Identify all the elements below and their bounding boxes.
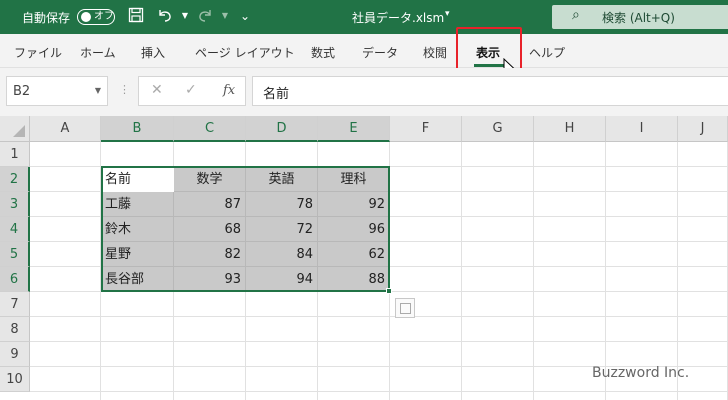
file-name[interactable]: 社員データ.xlsm (352, 9, 444, 26)
column-header-f[interactable]: F (390, 116, 462, 142)
column-header-d[interactable]: D (246, 116, 318, 142)
row-header-9[interactable]: 9 (0, 342, 30, 367)
redo-icon (196, 7, 214, 25)
table-cell[interactable]: 82 (174, 242, 246, 267)
redo-dropdown-icon: ▼ (221, 11, 229, 20)
autosave-state: オフ (94, 11, 114, 22)
search-label: 検索 (Alt+Q) (602, 11, 675, 25)
table-header-cell[interactable]: 英語 (246, 167, 318, 192)
cancel-icon[interactable]: ✕ (151, 82, 163, 98)
tab-review[interactable]: 校閲 (423, 44, 447, 61)
row-header-4[interactable]: 4 (0, 217, 30, 242)
search-box[interactable]: ⌕ 検索 (Alt+Q) (552, 5, 728, 29)
column-header-j[interactable]: J (678, 116, 728, 142)
row-header-7[interactable]: 7 (0, 292, 30, 317)
table-cell[interactable]: 星野 (101, 242, 174, 267)
table-cell[interactable]: 鈴木 (101, 217, 174, 242)
quick-analysis-button[interactable] (395, 298, 415, 318)
autosave-label: 自動保存 (22, 11, 71, 25)
tab-insert[interactable]: 挿入 (141, 44, 165, 61)
search-icon: ⌕ (572, 7, 580, 23)
fill-handle[interactable] (386, 288, 392, 294)
toggle-knob (81, 12, 91, 22)
customize-toolbar-icon[interactable]: ⌄ (236, 7, 254, 25)
save-icon[interactable] (127, 7, 145, 25)
row-header-3[interactable]: 3 (0, 192, 30, 217)
quick-analysis-icon (400, 303, 411, 314)
row-header-2[interactable]: 2 (0, 167, 30, 192)
row-header-8[interactable]: 8 (0, 317, 30, 342)
tab-data[interactable]: データ (362, 44, 398, 61)
table-header-cell[interactable]: 理科 (318, 167, 390, 192)
formula-bar-grip-icon[interactable]: ⋮ (119, 83, 130, 96)
row-header-1[interactable]: 1 (0, 142, 30, 167)
grid-line-vertical (605, 142, 606, 400)
table-cell[interactable]: 78 (246, 192, 318, 217)
row-header-5[interactable]: 5 (0, 242, 30, 267)
table-cell[interactable]: 93 (174, 267, 246, 292)
table-cell[interactable]: 84 (246, 242, 318, 267)
column-header-a[interactable]: A (30, 116, 101, 142)
table-cell[interactable]: 工藤 (101, 192, 174, 217)
table-cell[interactable]: 96 (318, 217, 390, 242)
autosave-toggle[interactable]: オフ (77, 9, 115, 25)
column-header-e[interactable]: E (318, 116, 390, 142)
table-cell[interactable]: 62 (318, 242, 390, 267)
title-bar: 自動保存 オフ ▼ ▼ ⌄ 社員データ.xlsm ▾ ⌕ 検索 (Alt+Q) (0, 0, 728, 34)
table-cell[interactable]: 92 (318, 192, 390, 217)
file-menu-chevron-icon[interactable]: ▾ (445, 9, 450, 19)
tab-home[interactable]: ホーム (80, 44, 116, 61)
table-cell[interactable]: 68 (174, 217, 246, 242)
name-box-value: B2 (13, 84, 31, 99)
column-header-b[interactable]: B (101, 116, 174, 142)
tab-formulas[interactable]: 数式 (311, 44, 335, 61)
undo-icon[interactable] (156, 7, 174, 25)
formula-input[interactable]: 名前 (252, 76, 728, 106)
column-header-g[interactable]: G (462, 116, 534, 142)
column-header-h[interactable]: H (534, 116, 606, 142)
grid-line-vertical (677, 142, 678, 400)
grid-line-horizontal (30, 341, 728, 342)
grid-line-vertical (533, 142, 534, 400)
column-header-i[interactable]: I (606, 116, 678, 142)
insert-function-icon[interactable]: fx (223, 83, 235, 98)
tab-help[interactable]: ヘルプ (529, 44, 565, 61)
worksheet-grid[interactable]: A B C D E F G H I J 1 2 3 4 5 6 7 8 9 10 名前 数学 英語 理科 工藤 87 78 92 鈴木 6… (0, 116, 728, 400)
table-cell[interactable]: 88 (318, 267, 390, 292)
ribbon-tabs: ファイル ホーム 挿入 ページ レイアウト 数式 データ 校閲 表示 ヘルプ (0, 34, 728, 68)
enter-check-icon[interactable]: ✓ (185, 82, 197, 98)
column-header-c[interactable]: C (174, 116, 246, 142)
table-cell[interactable]: 長谷部 (101, 267, 174, 292)
watermark-text: Buzzword Inc. (592, 365, 690, 381)
grid-line-vertical (461, 142, 462, 400)
row-header-10[interactable]: 10 (0, 367, 30, 392)
table-header-cell[interactable]: 名前 (101, 167, 174, 192)
row-header-6[interactable]: 6 (0, 267, 30, 292)
formula-buttons: ✕ ✓ fx (138, 76, 246, 106)
select-all-icon (13, 125, 25, 137)
table-cell[interactable]: 72 (246, 217, 318, 242)
name-box-dropdown-icon[interactable]: ▼ (95, 86, 101, 95)
formula-bar: B2 ▼ ⋮ ✕ ✓ fx 名前 (0, 68, 728, 116)
grid-line-horizontal (30, 316, 728, 317)
table-cell[interactable]: 87 (174, 192, 246, 217)
tab-file[interactable]: ファイル (14, 44, 62, 61)
table-cell[interactable]: 94 (246, 267, 318, 292)
select-all-corner[interactable] (0, 116, 30, 142)
undo-dropdown-icon[interactable]: ▼ (176, 7, 194, 25)
table-header-cell[interactable]: 数学 (174, 167, 246, 192)
tab-page-layout[interactable]: ページ レイアウト (195, 44, 295, 61)
name-box[interactable]: B2 ▼ (6, 76, 108, 106)
grid-line-horizontal (30, 391, 728, 392)
